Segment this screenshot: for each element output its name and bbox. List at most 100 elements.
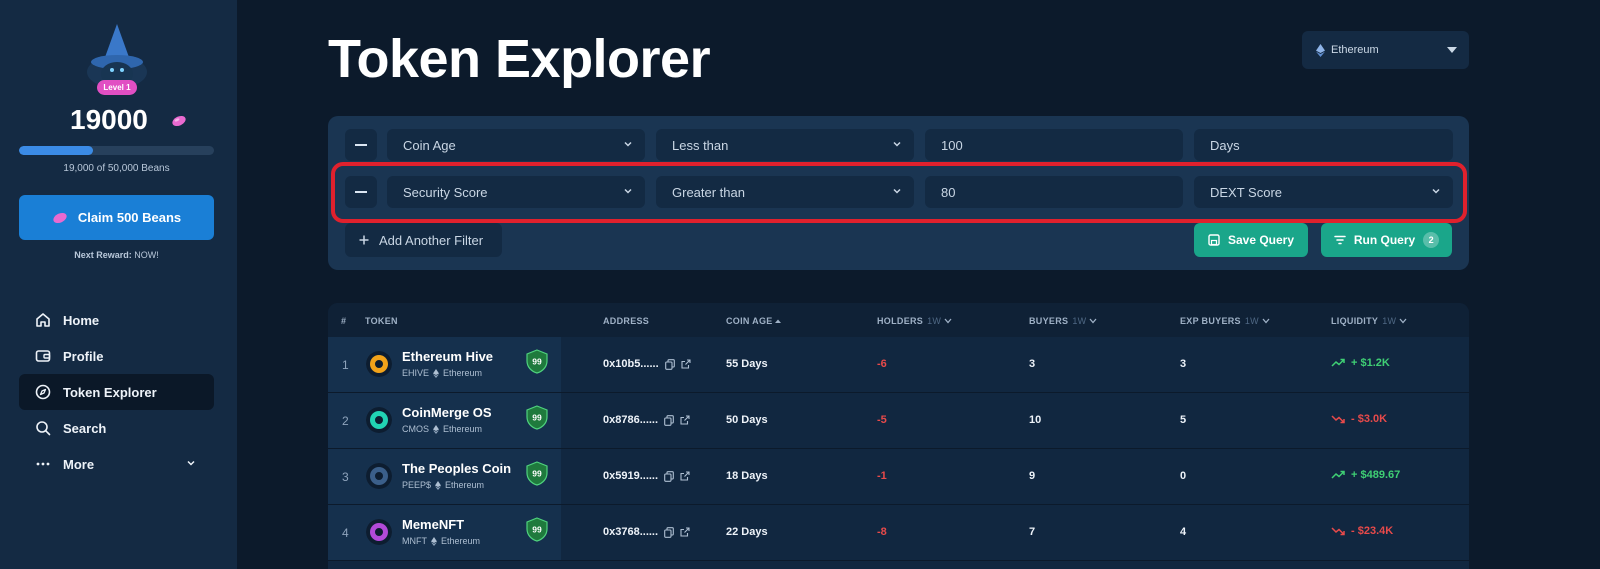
sidebar: Level 1 19000 19,000 of 50,000 Beans Cla…	[0, 0, 237, 569]
claim-beans-button[interactable]: Claim 500 Beans	[19, 195, 214, 240]
bean-icon	[53, 212, 67, 223]
buyers: 9	[1029, 470, 1036, 482]
external-link-icon[interactable]	[681, 359, 691, 369]
chevron-down-icon	[1262, 318, 1270, 324]
chevron-down-icon	[1399, 318, 1407, 324]
remove-filter-button[interactable]	[345, 129, 377, 161]
exp-buyers: 4	[1180, 526, 1187, 538]
table-row[interactable]: 3 The Peoples Coin PEEP$ Ethereum 99 0x5919..…	[328, 449, 1469, 505]
token-cell[interactable]: 1 Ethereum Hive EHIVE Ethereum 99	[328, 337, 561, 392]
column-liquidity-period: 1W	[1382, 316, 1397, 326]
chain-select[interactable]: Ethereum	[1302, 31, 1469, 69]
liquidity-change: - $23.4K	[1331, 525, 1393, 537]
copy-icon[interactable]	[664, 358, 675, 370]
column-coin-age[interactable]: COIN AGE	[726, 316, 782, 326]
filter-unit-value: Days	[1210, 137, 1240, 153]
nav-item-more[interactable]: More	[19, 446, 214, 482]
token-cell[interactable]: 4 MemeNFT MNFT Ethereum 99	[328, 505, 561, 560]
nav-item-home[interactable]: Home	[19, 302, 214, 338]
column-exp-buyers[interactable]: EXP BUYERS 1W	[1180, 316, 1270, 326]
filter-value: 100	[941, 137, 963, 153]
token-cell[interactable]: 2 CoinMerge OS CMOS Ethereum 99	[328, 393, 561, 448]
chevron-down-icon	[624, 141, 632, 147]
column-holders-period: 1W	[927, 316, 942, 326]
token-address: 0x3768......	[603, 526, 690, 538]
nav-item-profile[interactable]: Profile	[19, 338, 214, 374]
column-coin-age-label: COIN AGE	[726, 316, 773, 326]
filter-operator-select[interactable]: Less than	[656, 129, 914, 161]
ethereum-icon	[1316, 43, 1325, 57]
caret-down-icon	[1447, 47, 1457, 53]
bean-progress-fill	[19, 146, 94, 155]
token-symbol: EHIVE	[402, 368, 430, 378]
chevron-down-icon	[187, 460, 195, 466]
plus-icon	[359, 235, 369, 245]
security-score-shield-icon: 99	[526, 461, 548, 486]
dots-icon	[36, 462, 50, 466]
copy-icon[interactable]	[664, 526, 674, 538]
liquidity-value: - $23.4K	[1351, 525, 1394, 537]
token-address-value: 0x10b5......	[603, 358, 659, 370]
column-buyers[interactable]: BUYERS 1W	[1029, 316, 1097, 326]
liquidity-change: + $489.67	[1331, 469, 1400, 481]
filter-field-select[interactable]: Coin Age	[387, 129, 645, 161]
token-name[interactable]: Ethereum Hive	[402, 349, 493, 364]
exp-buyers: 3	[1180, 358, 1187, 370]
bean-progress-text: 19,000 of 50,000 Beans	[63, 163, 170, 174]
highlighted-filter-row-outline	[331, 162, 1467, 223]
chevron-down-icon	[1089, 318, 1097, 324]
token-cell[interactable]: 3 The Peoples Coin PEEP$ Ethereum 99	[328, 449, 561, 504]
column-rank: #	[341, 316, 347, 326]
token-logo-icon	[366, 351, 392, 377]
security-score-shield-icon: 99	[526, 405, 548, 430]
security-score: 99	[532, 357, 542, 367]
filter-field-value: Coin Age	[403, 137, 456, 153]
ethereum-icon	[433, 368, 440, 378]
table-row[interactable]: 4 MemeNFT MNFT Ethereum 99 0x3768...... 22 Day…	[328, 505, 1469, 561]
row-rank: 1	[342, 358, 349, 372]
sidebar-nav: Home Profile Token Explorer Search More	[19, 302, 214, 482]
external-link-icon[interactable]	[680, 471, 690, 481]
security-score: 99	[532, 525, 542, 535]
liquidity-change: + $1.2K	[1331, 357, 1390, 369]
nav-item-label: Home	[63, 312, 100, 328]
table-row[interactable]: 2 CoinMerge OS CMOS Ethereum 99 0x8786...... 5…	[328, 393, 1469, 449]
coin-age: 22 Days	[726, 526, 768, 538]
token-meta: MNFT Ethereum	[402, 536, 480, 546]
liquidity-value: + $1.2K	[1351, 357, 1390, 369]
filter-unit-select[interactable]: Days	[1194, 129, 1453, 161]
token-name[interactable]: The Peoples Coin	[402, 461, 511, 476]
copy-icon[interactable]	[664, 414, 674, 426]
external-link-icon[interactable]	[680, 415, 690, 425]
compass-icon	[35, 384, 51, 400]
claim-beans-label: Claim 500 Beans	[77, 210, 182, 225]
sort-up-icon	[775, 319, 782, 323]
nav-item-label: Search	[63, 420, 107, 436]
token-logo-icon	[366, 407, 392, 433]
add-filter-button[interactable]: Add Another Filter	[345, 223, 502, 257]
search-icon	[36, 421, 51, 436]
column-liquidity[interactable]: LIQUIDITY 1W	[1331, 316, 1407, 326]
token-name[interactable]: MemeNFT	[402, 517, 464, 532]
chain-select-value: Ethereum	[1331, 44, 1379, 56]
table-row[interactable]: 1 Ethereum Hive EHIVE Ethereum 99 0x10b5.....…	[328, 337, 1469, 393]
filter-value-input[interactable]: 100	[925, 129, 1183, 161]
column-holders[interactable]: HOLDERS 1W	[877, 316, 952, 326]
external-link-icon[interactable]	[680, 527, 690, 537]
save-query-button[interactable]: Save Query	[1194, 223, 1308, 257]
trend-up-icon	[1331, 358, 1345, 367]
nav-item-token-explorer[interactable]: Token Explorer	[19, 374, 214, 410]
bean-count: 19000	[70, 104, 148, 135]
nav-item-search[interactable]: Search	[19, 410, 214, 446]
run-query-button[interactable]: Run Query 2	[1321, 223, 1452, 257]
trend-up-icon	[1331, 470, 1345, 479]
token-name[interactable]: CoinMerge OS	[402, 405, 492, 420]
copy-icon[interactable]	[664, 470, 674, 482]
save-query-label: Save Query	[1227, 233, 1295, 247]
trend-down-icon	[1331, 527, 1345, 536]
column-token: TOKEN	[365, 316, 398, 326]
column-buyers-period: 1W	[1072, 316, 1087, 326]
token-chain: Ethereum	[441, 536, 481, 546]
level-badge: Level 1	[97, 80, 137, 95]
column-holders-label: HOLDERS	[877, 316, 924, 326]
